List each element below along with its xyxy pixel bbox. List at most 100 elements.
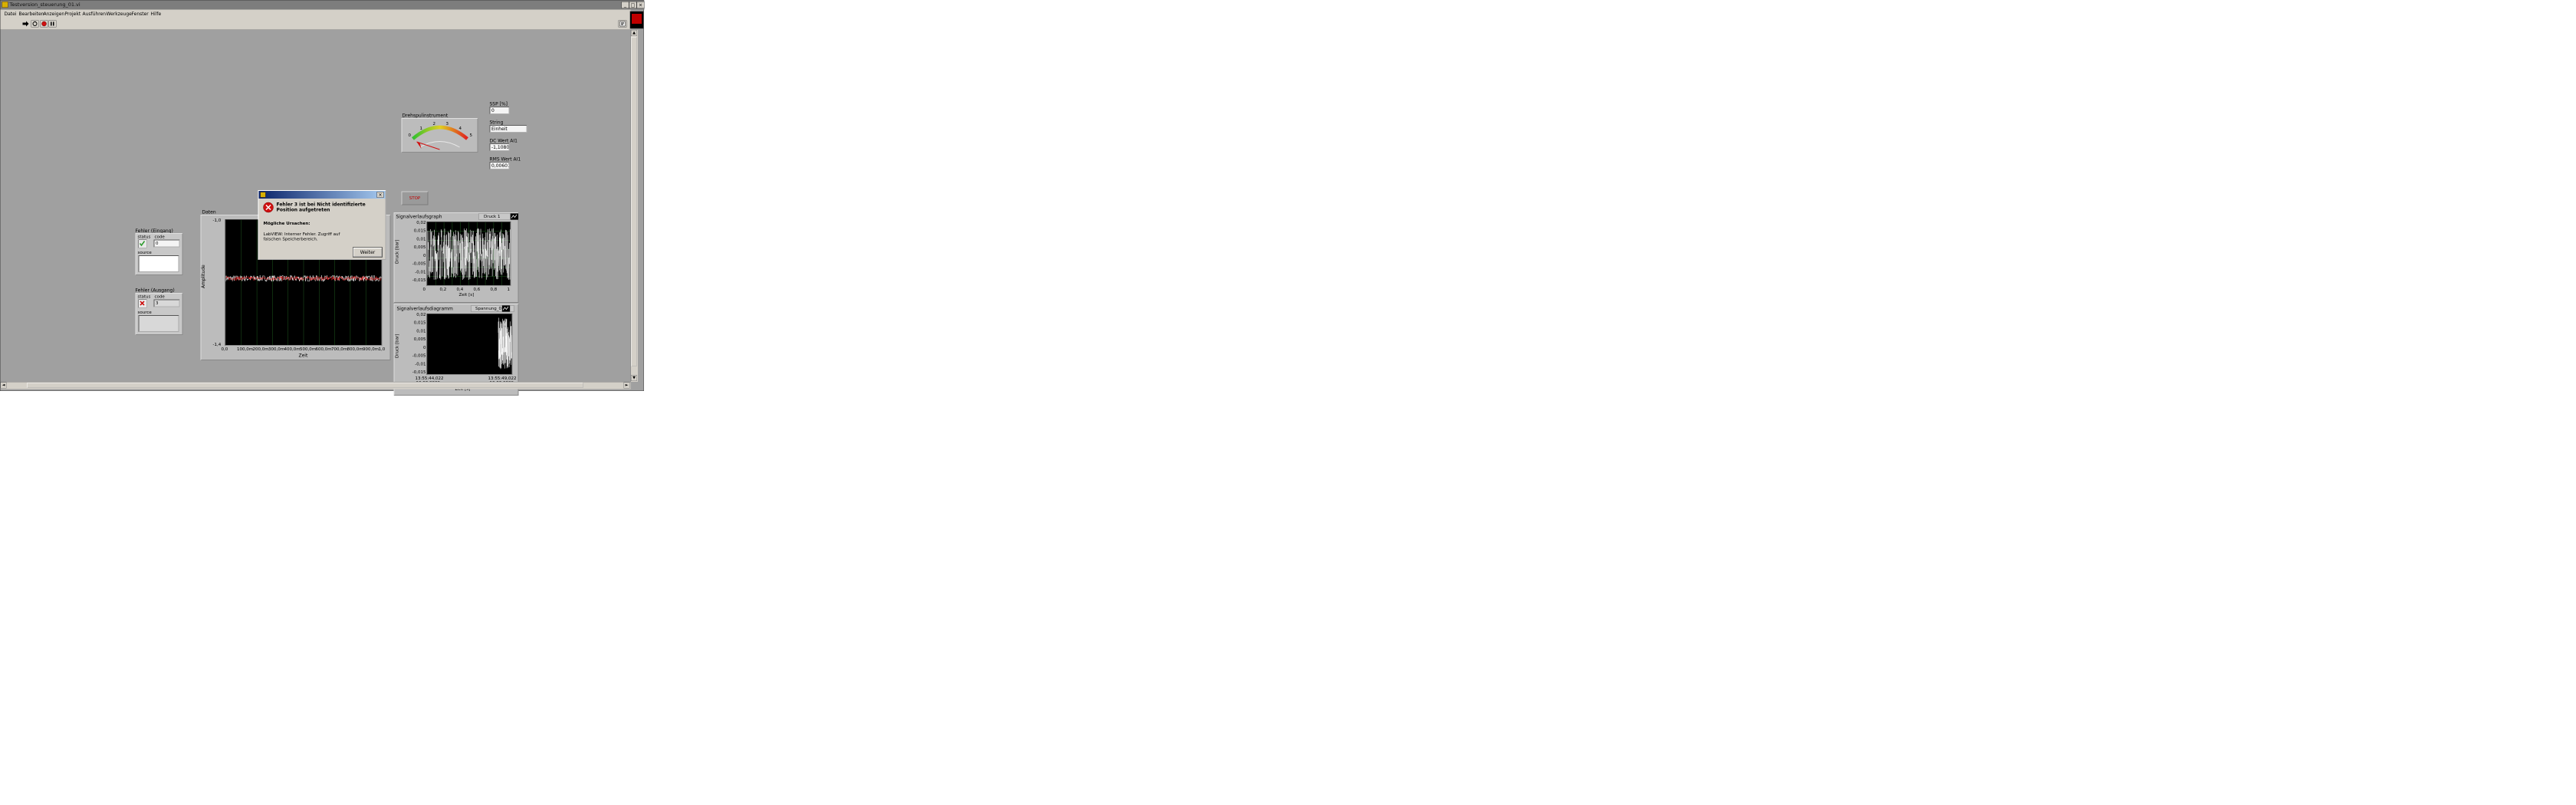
scroll-up-arrow-icon[interactable]: ▲ [631, 30, 637, 36]
run-continuously-icon[interactable] [31, 20, 39, 28]
diagramm-ytick: 0,015 [413, 320, 426, 326]
error-out-code-field: 3 [153, 299, 180, 307]
daten-ytick-top: -1,0 [212, 218, 222, 223]
diagramm-ytick: 0,02 [416, 312, 426, 317]
menu-fenster[interactable]: Fenster [132, 12, 149, 17]
diagramm-legend-label: Spannung_0 [475, 306, 502, 311]
menu-bearbeiten[interactable]: Bearbeiten [19, 12, 44, 17]
diagramm-yticks: 0,02 0,015 0,01 0,005 0 -0,005 -0,01 -0,015 [400, 312, 426, 377]
labview-icon [2, 2, 8, 8]
daten-chart-title: Daten [202, 209, 216, 215]
graph-title: Signalverlaufsgraph [396, 214, 442, 219]
graph-xtick: 1 [507, 287, 511, 292]
graph-legend-swatch-icon[interactable] [510, 213, 519, 220]
error-in-code-label: code [154, 234, 165, 240]
error-x-icon [140, 301, 145, 306]
diagramm-ytick: 0 [423, 344, 426, 350]
title-bar[interactable]: Testversion_steuerung_01.vi _ □ × [0, 0, 645, 10]
dialog-heading: Fehler 3 ist bei Nicht identifizierte Po… [276, 202, 366, 212]
graph-legend-label: Druck 1 [484, 214, 501, 219]
minimize-button[interactable]: _ [621, 2, 629, 8]
daten-xtick: 900,0m [363, 347, 380, 352]
menu-ausfuehren[interactable]: Ausführen [83, 12, 107, 17]
gauge-tick-2: 2 [432, 121, 436, 127]
vi-icon-graphic [632, 14, 642, 24]
continue-button[interactable]: Weiter [353, 247, 383, 258]
app-root: Testversion_steuerung_01.vi _ □ × Datei … [0, 0, 645, 402]
close-button[interactable]: × [636, 2, 645, 8]
graph-ytick: 0 [423, 252, 426, 258]
dialog-causes-title: Mögliche Ursachen: [263, 221, 310, 226]
string-field: Einheit [489, 125, 527, 133]
gauge-tick-4: 4 [458, 126, 462, 131]
graph-xtick: 0,8 [490, 287, 498, 292]
error-dialog: × Fehler 3 ist bei Nicht identifizierte … [258, 190, 386, 260]
daten-xtick: 300,0m [268, 347, 285, 352]
vi-connector-icon[interactable] [629, 11, 644, 29]
abort-stop-icon[interactable] [40, 20, 48, 28]
diagramm-ytick: -0,015 [412, 370, 426, 375]
graph-legend[interactable]: Druck 1 [478, 213, 511, 220]
graph-ytick: -0,015 [412, 278, 426, 283]
menu-werkzeuge[interactable]: Werkzeuge [107, 12, 132, 17]
daten-ylabel: Amplitude [200, 264, 206, 288]
daten-xticks: 0,0 100,0m 200,0m 300,0m 400,0m 500,0m 600,0m 7… [222, 347, 386, 352]
daten-xtick: 400,0m [284, 347, 301, 352]
menu-datei[interactable]: Datei [5, 12, 17, 17]
stop-button[interactable]: STOP [401, 191, 429, 205]
daten-xtick: 600,0m [315, 347, 332, 352]
diagramm-series-spannung-0 [498, 317, 512, 370]
diagramm-plot-area [426, 314, 513, 375]
menu-bar: Datei Bearbeiten Anzeigen Projekt Ausfüh… [0, 9, 631, 18]
tool-bar [0, 18, 631, 30]
error-out-source-field [138, 315, 179, 332]
menu-projekt[interactable]: Projekt [65, 12, 81, 17]
error-out-cluster: status code 3 source [135, 293, 183, 335]
error-icon [263, 202, 274, 213]
daten-ytick-bottom: -1,4 [212, 342, 222, 347]
error-out-status-label: status [137, 294, 151, 300]
dialog-close-button[interactable]: × [376, 192, 384, 198]
horizontal-scroll-thumb[interactable] [27, 383, 583, 388]
diagramm-legend-swatch-icon[interactable] [501, 305, 511, 312]
maximize-button[interactable]: □ [629, 2, 637, 8]
horizontal-scrollbar[interactable]: ◄ ► [0, 382, 631, 389]
graph-plot-svg [427, 222, 511, 285]
signalverlaufsgraph-chart[interactable]: Signalverlaufsgraph Druck 1 Druck [bar] … [393, 212, 519, 303]
graph-ytick: -0,01 [415, 269, 426, 274]
error-in-status-label: status [137, 234, 151, 240]
scroll-right-arrow-icon[interactable]: ► [623, 382, 630, 389]
daten-xtick: 800,0m [347, 347, 363, 352]
graph-xtick: 0,6 [473, 287, 481, 292]
run-arrow-icon[interactable] [22, 21, 30, 28]
diagramm-ytick: -0,01 [415, 361, 426, 366]
error-in-cluster: status code 0 source [135, 233, 183, 275]
vertical-scroll-thumb[interactable] [631, 37, 637, 366]
daten-xlabel: Zeit [298, 353, 308, 358]
gauge-tick-1: 1 [419, 126, 423, 131]
string-label: String [489, 120, 504, 125]
diagramm-ytick: 0,01 [416, 328, 426, 334]
daten-xtick: 200,0m [252, 347, 269, 352]
dc-field: -1,10801 [489, 143, 510, 151]
menu-anzeigen[interactable]: Anzeigen [44, 12, 65, 17]
front-panel[interactable]: Drehspulinstrument 0 1 2 3 4 5 SSP [%] 0… [0, 30, 631, 396]
error-in-code-field: 0 [153, 239, 180, 248]
scroll-down-arrow-icon[interactable]: ▼ [631, 375, 637, 381]
gauge[interactable]: 0 1 2 3 4 5 [401, 118, 478, 153]
vertical-scrollbar[interactable]: ▲ ▼ [630, 30, 638, 382]
pause-icon[interactable] [48, 20, 57, 28]
menu-hilfe[interactable]: Hilfe [151, 12, 162, 17]
graph-ytick: 0,01 [416, 236, 426, 242]
diagramm-title: Signalverlaufsdiagramm [396, 306, 453, 311]
dialog-title-bar[interactable]: × [258, 191, 386, 199]
gauge-dial-svg [412, 125, 468, 150]
daten-xtick: 500,0m [300, 347, 317, 352]
graph-xtick: 0,4 [456, 287, 464, 292]
error-out-source-label: source [137, 310, 152, 315]
diagramm-ylabel: Druck [bar] [394, 334, 400, 358]
scroll-left-arrow-icon[interactable]: ◄ [0, 382, 7, 389]
context-help-icon[interactable] [618, 20, 627, 28]
graph-ylabel: Druck [bar] [394, 239, 400, 264]
graph-xlabel: Zeit [s] [458, 292, 475, 297]
